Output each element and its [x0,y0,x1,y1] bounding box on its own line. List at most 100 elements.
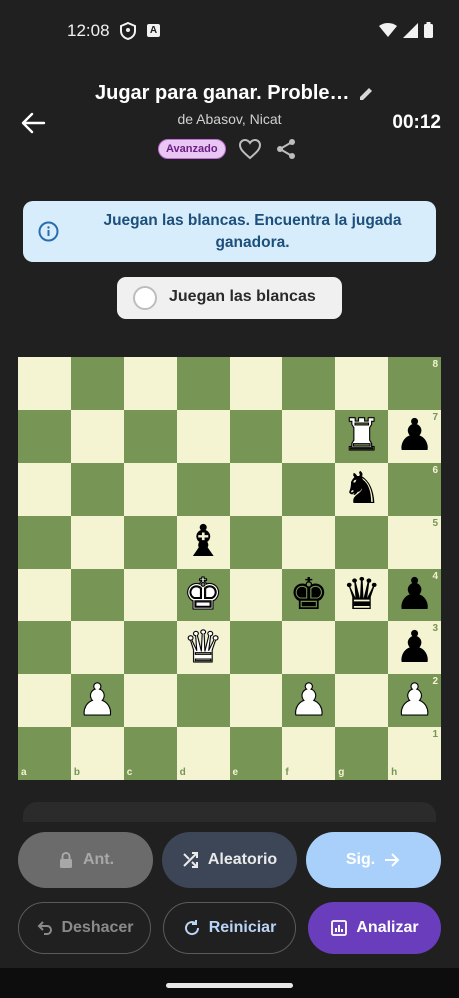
square-h3[interactable]: 3 ♟ [388,621,441,675]
undo-button[interactable]: Deshacer [18,902,151,954]
square-f5[interactable] [282,515,336,569]
bottom-sheet-edge [23,802,436,822]
square-c7[interactable] [123,409,177,463]
square-b4[interactable] [70,568,124,622]
analyze-button[interactable]: Analizar [308,902,441,954]
square-e1[interactable]: e [229,727,283,780]
square-d5[interactable]: ♝ [176,515,230,569]
square-e3[interactable] [229,621,283,675]
square-c8[interactable] [123,357,177,410]
square-h2[interactable]: 2 ♟ [388,674,441,728]
square-c1[interactable]: c [123,727,177,780]
square-a2[interactable] [18,674,71,728]
square-d7[interactable] [176,409,230,463]
square-e8[interactable] [229,357,283,410]
square-d1[interactable]: d [176,727,230,780]
square-f7[interactable] [282,409,336,463]
square-h5[interactable]: 5 [388,515,441,569]
square-g5[interactable] [335,515,389,569]
square-d6[interactable] [176,462,230,516]
system-navigation-bar [0,968,459,998]
square-b2[interactable]: ♟ [70,674,124,728]
white-piece-h2[interactable]: ♟ [394,678,434,723]
next-button[interactable]: Sig. [306,832,441,888]
square-c5[interactable] [123,515,177,569]
square-h1[interactable]: 1h [388,727,441,780]
previous-button[interactable]: Ant. [18,832,153,888]
square-g6[interactable]: ♞ [335,462,389,516]
square-a1[interactable]: a [18,727,71,780]
square-c6[interactable] [123,462,177,516]
turn-indicator: Juegan las blancas [117,277,342,319]
square-g3[interactable] [335,621,389,675]
square-d3[interactable]: ♛ [176,621,230,675]
square-d8[interactable] [176,357,230,410]
square-g1[interactable]: g [335,727,389,780]
square-f8[interactable] [282,357,336,410]
turn-label: Juegan las blancas [169,288,316,305]
home-gesture-handle[interactable] [166,983,293,988]
square-c2[interactable] [123,674,177,728]
square-f6[interactable] [282,462,336,516]
black-piece-h4[interactable]: ♟ [395,572,434,617]
square-e5[interactable] [229,515,283,569]
white-piece-b2[interactable]: ♟ [77,678,117,723]
square-a8[interactable] [18,357,71,410]
square-b6[interactable] [70,462,124,516]
square-a4[interactable] [18,568,71,622]
white-turn-circle-icon [133,286,157,310]
square-h6[interactable]: 6 [388,462,441,516]
black-piece-d5[interactable]: ♝ [183,520,222,564]
black-piece-h3[interactable]: ♟ [395,625,434,670]
square-a5[interactable] [18,515,71,569]
square-d2[interactable] [176,674,230,728]
square-g7[interactable]: ♜ [335,409,389,463]
square-b5[interactable] [70,515,124,569]
square-g2[interactable] [335,674,389,728]
share-icon[interactable] [274,137,298,161]
square-b3[interactable] [70,621,124,675]
reset-button[interactable]: Reiniciar [163,902,296,954]
white-piece-d3[interactable]: ♛ [183,625,223,670]
square-g4[interactable]: ♛ [335,568,389,622]
random-button[interactable]: Aleatorio [162,832,297,888]
square-a3[interactable] [18,621,71,675]
square-e4[interactable] [229,568,283,622]
file-label: h [391,767,398,778]
white-piece-f2[interactable]: ♟ [289,678,329,723]
white-piece-g7[interactable]: ♜ [341,413,381,458]
square-b8[interactable] [70,357,124,410]
square-h8[interactable]: 8 [388,357,441,410]
square-e7[interactable] [229,409,283,463]
square-h4[interactable]: 4 ♟ [388,568,441,622]
square-f4[interactable]: ♚ [282,568,336,622]
square-f2[interactable]: ♟ [282,674,336,728]
signal-icon [403,22,418,38]
rank-label: 4 [432,570,438,582]
square-a6[interactable] [18,462,71,516]
square-d4[interactable]: ♚ [176,568,230,622]
square-f1[interactable]: f [282,727,336,780]
square-b7[interactable] [70,409,124,463]
square-a7[interactable] [18,409,71,463]
square-b1[interactable]: b [70,727,124,780]
square-c4[interactable] [123,568,177,622]
file-label: g [338,767,345,778]
black-piece-g6[interactable]: ♞ [342,467,381,511]
square-f3[interactable] [282,621,336,675]
random-button-label: Aleatorio [207,851,278,868]
square-e2[interactable] [229,674,283,728]
square-e6[interactable] [229,462,283,516]
square-h7[interactable]: 7 ♟ [388,409,441,463]
analysis-chart-icon [331,920,348,936]
chess-board[interactable]: 8 ♜ 7 ♟ ♞ 6 ♝ 5 ♚ ♚ ♛ 4 ♟ ♛ 3 ♟ ♟ ♟ 2 ♟ a b c d e f g 1 h [18,357,441,780]
black-piece-h7[interactable]: ♟ [395,414,434,458]
white-piece-d4[interactable]: ♚ [183,572,223,617]
square-g8[interactable] [335,357,389,410]
edit-pencil-icon[interactable] [358,86,374,102]
black-piece-f4[interactable]: ♚ [289,572,328,617]
black-piece-g4[interactable]: ♛ [342,572,381,617]
heart-icon[interactable] [238,137,262,161]
square-c3[interactable] [123,621,177,675]
meta-row: Avanzado [158,137,298,161]
